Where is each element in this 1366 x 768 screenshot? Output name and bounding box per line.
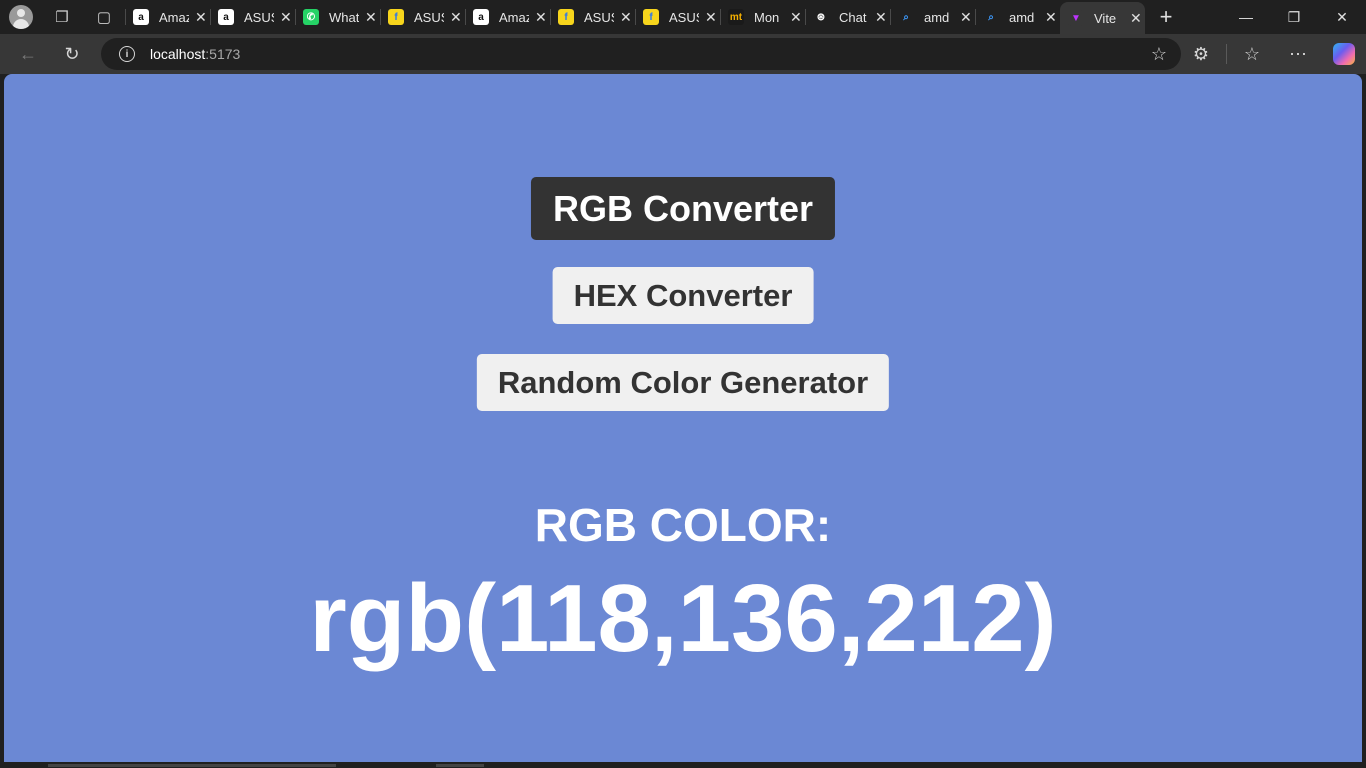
more-options-icon[interactable]: ⋯	[1275, 38, 1321, 70]
tab-strip: ❐ ▢ a Amazon ✕ a ASUS ✕ ✆ WhatsApp ✕ f ASUS ✕ a Amazo…	[0, 0, 1366, 34]
tab-list: aAmazon✕aASUS✕✆WhatsApp✕fASUS✕aAmazon✕fA…	[125, 0, 1145, 34]
flipkart-icon: f	[643, 9, 659, 25]
tab-close-icon[interactable]: ✕	[1045, 9, 1057, 26]
browser-tab[interactable]: a ASUS ✕	[210, 0, 295, 34]
site-info-icon[interactable]: i	[119, 46, 135, 62]
tab-close-icon[interactable]: ✕	[960, 9, 972, 26]
tab-title: amd	[924, 9, 950, 25]
favorite-star-icon[interactable]: ☆	[1151, 44, 1167, 65]
tab-title: Amazon	[159, 9, 189, 25]
whatsapp-icon: ✆	[303, 9, 319, 25]
tab-close-icon[interactable]: ✕	[620, 9, 632, 26]
tab-title: Vite	[1094, 10, 1117, 26]
tab-close-icon[interactable]: ✕	[875, 9, 887, 26]
close-window-icon[interactable]: ✕	[1318, 0, 1366, 34]
tab-title: Amazon	[499, 9, 529, 25]
tab-title: ASUS	[244, 9, 274, 25]
browser-tab[interactable]: f ASUS ✕	[380, 0, 465, 34]
tab-actions-icon[interactable]: ▢	[87, 3, 121, 31]
amazon-icon: a	[473, 9, 489, 25]
browser-tab[interactable]: f ASUS ✕	[635, 0, 720, 34]
browser-tab[interactable]: ✆ WhatsApp ✕	[295, 0, 380, 34]
tab-close-icon[interactable]: ✕	[450, 9, 462, 26]
copilot-icon[interactable]	[1333, 43, 1355, 65]
tab-close-icon[interactable]: ✕	[280, 9, 292, 26]
mt-icon: mt	[728, 9, 744, 25]
browser-tab[interactable]: ⌕ amd ✕	[890, 0, 975, 34]
flipkart-icon: f	[388, 9, 404, 25]
browser-tab[interactable]: ⌕ amd ✕	[975, 0, 1060, 34]
refresh-icon[interactable]: ↻	[54, 38, 90, 70]
tab-title: ASUS	[584, 9, 614, 25]
tab-title: amd	[1009, 9, 1035, 25]
extensions-icon[interactable]: ⚙	[1178, 38, 1224, 70]
browser-tab[interactable]: ⊛ Chat ✕	[805, 0, 890, 34]
tab-title: WhatsApp	[329, 9, 359, 25]
tab-close-icon[interactable]: ✕	[705, 9, 717, 26]
page-viewport: RGB Converter HEX Converter Random Color…	[4, 74, 1362, 762]
browser-tab[interactable]: a Amazon ✕	[465, 0, 550, 34]
tab-close-icon[interactable]: ✕	[1130, 10, 1142, 27]
workspaces-icon[interactable]: ❐	[45, 3, 79, 31]
tab-title: ASUS	[414, 9, 444, 25]
tab-close-icon[interactable]: ✕	[535, 9, 547, 26]
address-bar[interactable]: i localhost:5173 ☆	[101, 38, 1181, 70]
browser-tab[interactable]: f ASUS ✕	[550, 0, 635, 34]
vite-icon: ▼	[1068, 10, 1084, 26]
browser-tab[interactable]: mt Mon ✕	[720, 0, 805, 34]
window-controls: — ❐ ✕	[1222, 0, 1366, 34]
browser-tab[interactable]: ▼ Vite ✕	[1060, 2, 1145, 34]
search-icon: ⌕	[983, 9, 999, 25]
tab-close-icon[interactable]: ✕	[365, 9, 377, 26]
color-label: RGB COLOR:	[534, 499, 832, 551]
tab-close-icon[interactable]: ✕	[195, 9, 207, 26]
chatgpt-icon: ⊛	[813, 9, 829, 25]
url-host: localhost	[150, 46, 206, 62]
tab-title: Chat	[839, 9, 867, 25]
minimize-icon[interactable]: —	[1222, 0, 1270, 34]
flipkart-icon: f	[558, 9, 574, 25]
tab-title: Mon	[754, 9, 780, 25]
bottom-edge	[0, 762, 1366, 768]
color-value: rgb(118,136,212)	[309, 565, 1057, 672]
new-tab-button[interactable]: +	[1149, 0, 1183, 34]
back-icon[interactable]: ←	[10, 38, 46, 70]
amazon-icon: a	[218, 9, 234, 25]
favorites-icon[interactable]: ☆	[1229, 38, 1275, 70]
search-icon: ⌕	[898, 9, 914, 25]
browser-tab[interactable]: a Amazon ✕	[125, 0, 210, 34]
random-color-generator-button[interactable]: Random Color Generator	[476, 354, 890, 411]
toolbar-divider	[1226, 44, 1227, 64]
rgb-converter-button[interactable]: RGB Converter	[530, 177, 836, 240]
toolbar-right: ⚙ ☆ ⋯	[1178, 38, 1366, 70]
hex-converter-button[interactable]: HEX Converter	[552, 267, 814, 324]
url-port: :5173	[205, 46, 241, 62]
url-text[interactable]: localhost:5173	[150, 46, 240, 62]
tab-title: ASUS	[669, 9, 699, 25]
restore-icon[interactable]: ❐	[1270, 0, 1318, 34]
browser-toolbar: ← ↻ i localhost:5173 ☆ ⚙ ☆ ⋯	[0, 34, 1366, 74]
amazon-icon: a	[133, 9, 149, 25]
profile-avatar[interactable]	[9, 5, 33, 29]
tab-close-icon[interactable]: ✕	[790, 9, 802, 26]
